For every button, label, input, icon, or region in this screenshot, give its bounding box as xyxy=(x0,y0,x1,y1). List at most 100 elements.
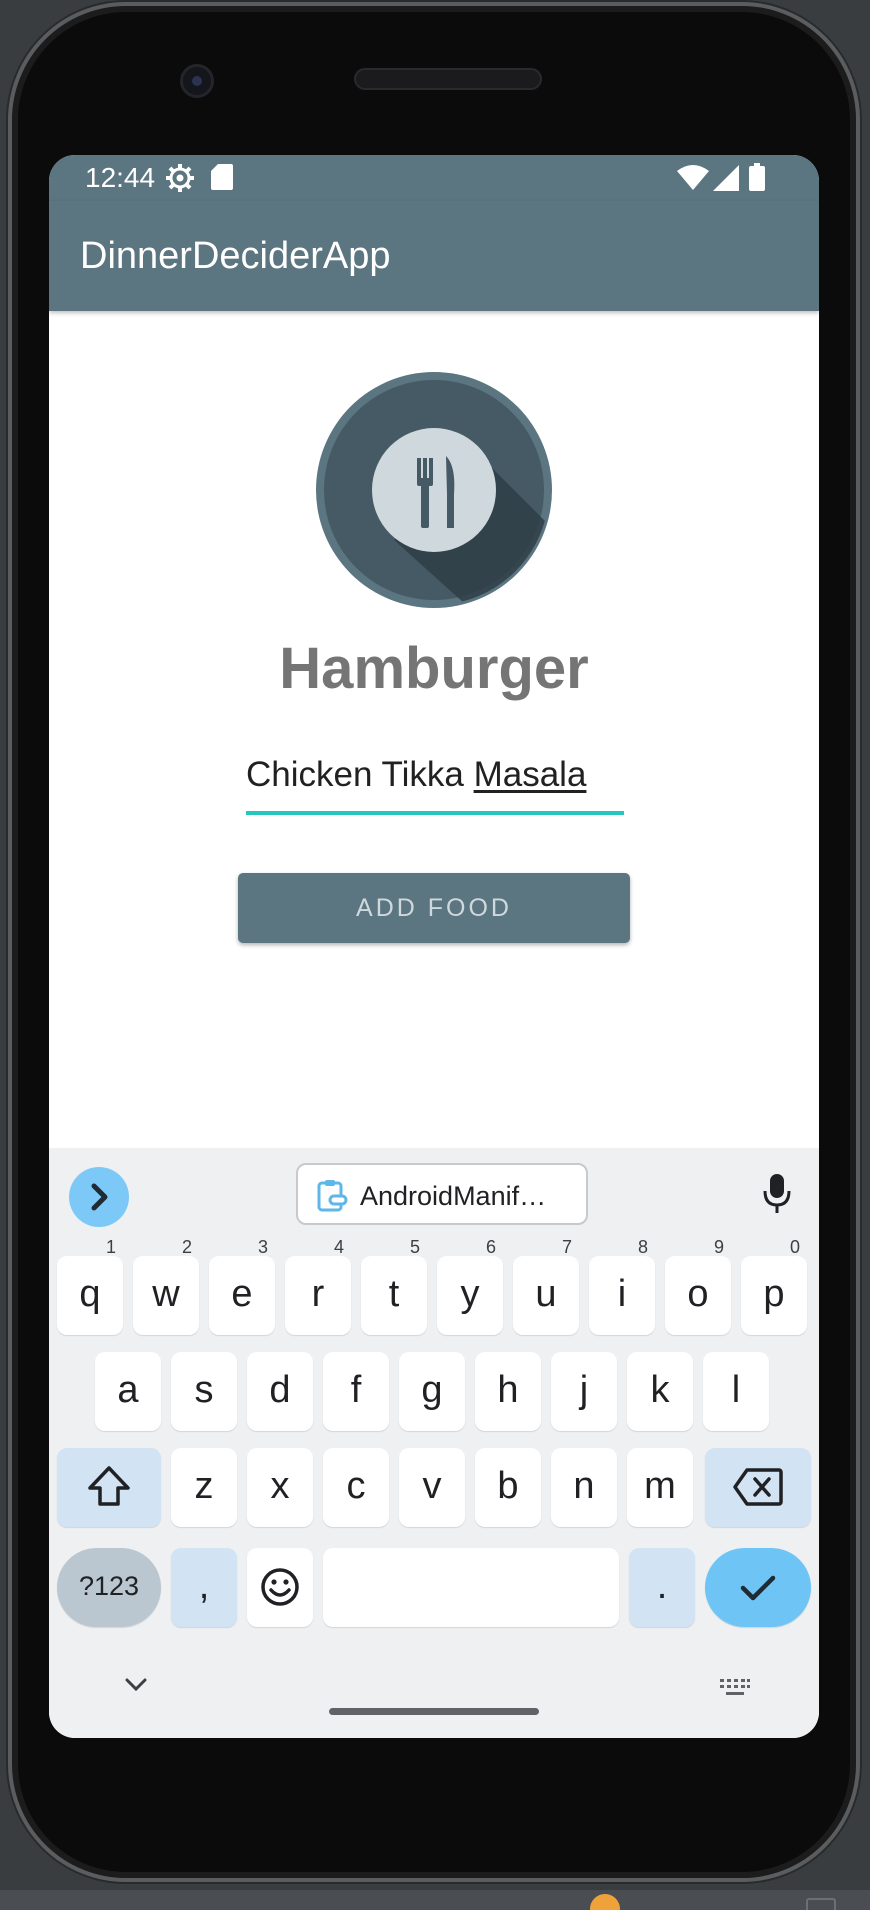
add-food-button[interactable]: ADD FOOD xyxy=(238,873,630,943)
food-input-underline xyxy=(246,811,624,815)
key-z[interactable]: z xyxy=(171,1448,237,1527)
key-c[interactable]: c xyxy=(323,1448,389,1527)
key-label: g xyxy=(421,1369,443,1411)
done-key[interactable] xyxy=(705,1548,811,1627)
key-label: u xyxy=(535,1273,557,1315)
key-d[interactable]: d xyxy=(247,1352,313,1431)
key-n[interactable]: n xyxy=(551,1448,617,1527)
key-label: f xyxy=(350,1369,362,1411)
key-number-hint: 9 xyxy=(713,1237,724,1257)
key-r[interactable]: r4 xyxy=(285,1238,351,1335)
app-bar: DinnerDeciderApp xyxy=(49,201,819,311)
key-label: s xyxy=(194,1369,214,1411)
key-label: a xyxy=(117,1369,139,1411)
key-number-hint: 1 xyxy=(105,1237,116,1257)
key-e[interactable]: e3 xyxy=(209,1238,275,1335)
key-label: b xyxy=(497,1465,519,1507)
signal-icon xyxy=(713,165,739,191)
symbols-key[interactable]: ?123 xyxy=(57,1548,161,1627)
battery-icon xyxy=(749,163,765,191)
keyboard-expand-button[interactable] xyxy=(69,1167,129,1227)
backspace-icon xyxy=(733,1468,783,1506)
key-label: l xyxy=(731,1369,741,1411)
key-label: p xyxy=(763,1273,785,1315)
key-label: w xyxy=(152,1273,180,1315)
key-q[interactable]: q1 xyxy=(57,1238,123,1335)
gesture-nav-handle[interactable] xyxy=(329,1708,539,1715)
key-m[interactable]: m xyxy=(627,1448,693,1527)
key-label: r xyxy=(311,1273,325,1315)
key-label: k xyxy=(650,1369,670,1411)
key-label: i xyxy=(617,1273,627,1315)
soft-keyboard: AndroidManif… q1w2e3r4t5y6u7i8o9p0 asdfg… xyxy=(49,1148,819,1738)
checkmark-icon xyxy=(740,1575,776,1601)
key-label: d xyxy=(269,1369,291,1411)
key-f[interactable]: f xyxy=(323,1352,389,1431)
period-key[interactable]: . xyxy=(629,1548,695,1627)
key-p[interactable]: p0 xyxy=(741,1238,807,1335)
key-label: e xyxy=(231,1273,253,1315)
key-x[interactable]: x xyxy=(247,1448,313,1527)
key-i[interactable]: i8 xyxy=(589,1238,655,1335)
fork-knife-plate-icon xyxy=(316,372,552,608)
food-input-composing-text: Masala xyxy=(473,755,587,794)
key-a[interactable]: a xyxy=(95,1352,161,1431)
key-label: v xyxy=(422,1465,442,1507)
key-label: z xyxy=(194,1465,214,1507)
key-v[interactable]: v xyxy=(399,1448,465,1527)
settings-gear-icon xyxy=(166,164,194,192)
key-number-hint: 3 xyxy=(257,1237,268,1257)
key-label: y xyxy=(460,1273,480,1315)
decided-food-label: Hamburger xyxy=(279,636,589,701)
wifi-icon xyxy=(677,165,709,190)
key-w[interactable]: w2 xyxy=(133,1238,199,1335)
food-input-text: Chicken Tikka xyxy=(246,755,474,794)
chevron-right-icon xyxy=(91,1183,108,1211)
shift-icon xyxy=(88,1466,130,1506)
key-s[interactable]: s xyxy=(171,1352,237,1431)
key-label: h xyxy=(497,1369,519,1411)
host-bottom-strip xyxy=(0,1890,870,1910)
key-label: n xyxy=(573,1465,595,1507)
comma-key[interactable]: , xyxy=(171,1548,237,1627)
clipboard-suggestion-text: AndroidManif… xyxy=(360,1181,547,1211)
earpiece-speaker xyxy=(354,68,542,90)
key-j[interactable]: j xyxy=(551,1352,617,1431)
key-k[interactable]: k xyxy=(627,1352,693,1431)
keyboard-suggestion-bar: AndroidManif… xyxy=(49,1148,819,1244)
key-b[interactable]: b xyxy=(475,1448,541,1527)
key-label: m xyxy=(644,1465,676,1507)
backspace-key[interactable] xyxy=(705,1448,811,1527)
device-screen: 12:44 DinnerDeciderApp Hamburger Chicken… xyxy=(49,155,819,1738)
host-indicator-dot xyxy=(590,1894,620,1910)
key-number-hint: 5 xyxy=(409,1237,420,1257)
key-u[interactable]: u7 xyxy=(513,1238,579,1335)
clipboard-suggestion-chip[interactable]: AndroidManif… xyxy=(296,1163,588,1225)
space-key[interactable] xyxy=(323,1548,619,1627)
key-number-hint: 2 xyxy=(181,1237,192,1257)
key-label: o xyxy=(687,1273,709,1315)
key-t[interactable]: t5 xyxy=(361,1238,427,1335)
sd-card-icon xyxy=(211,164,233,190)
key-label: j xyxy=(579,1369,589,1411)
key-g[interactable]: g xyxy=(399,1352,465,1431)
app-title: DinnerDeciderApp xyxy=(80,235,391,277)
key-o[interactable]: o9 xyxy=(665,1238,731,1335)
key-number-hint: 6 xyxy=(485,1237,496,1257)
key-label: t xyxy=(388,1273,400,1315)
food-name-input[interactable]: Chicken Tikka Masala xyxy=(246,755,624,815)
microphone-icon[interactable] xyxy=(762,1173,792,1215)
key-number-hint: 8 xyxy=(637,1237,648,1257)
shift-key[interactable] xyxy=(57,1448,161,1527)
key-l[interactable]: l xyxy=(703,1352,769,1431)
status-time: 12:44 xyxy=(85,162,156,193)
key-number-hint: 0 xyxy=(789,1237,800,1257)
key-h[interactable]: h xyxy=(475,1352,541,1431)
clipboard-link-icon xyxy=(317,1180,348,1212)
key-label: x xyxy=(270,1465,290,1507)
hide-keyboard-icon[interactable] xyxy=(123,1676,149,1694)
status-bar: 12:44 xyxy=(49,155,819,201)
keyboard-switch-icon[interactable] xyxy=(719,1678,751,1698)
key-y[interactable]: y6 xyxy=(437,1238,503,1335)
emoji-key[interactable] xyxy=(247,1548,313,1627)
